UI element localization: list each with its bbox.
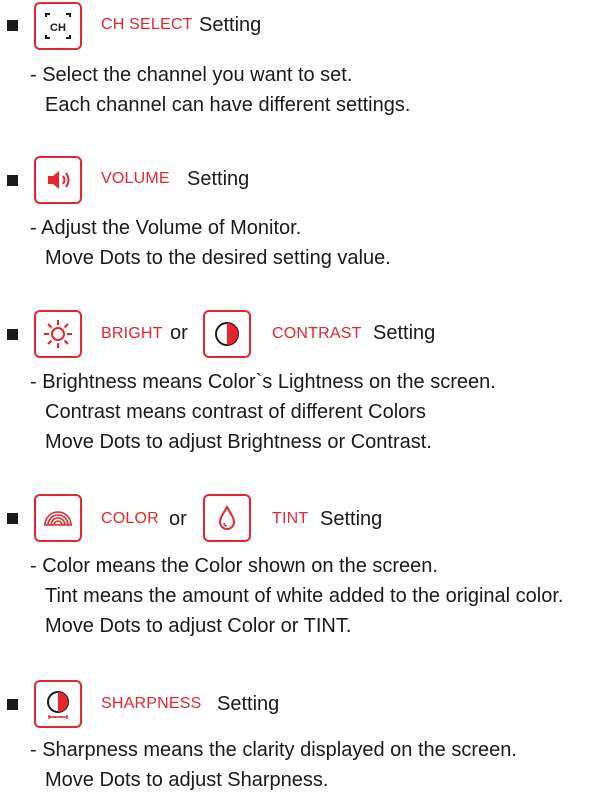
- sharpness-label: SHARPNESS: [101, 695, 202, 712]
- sharpness-icon-box: [34, 680, 82, 728]
- contrast-icon-box: [203, 310, 251, 358]
- tint-drop-icon: [218, 504, 236, 530]
- bullet-square: [7, 175, 18, 186]
- brightness-icon-box: [34, 310, 82, 358]
- or-word: or: [170, 322, 188, 344]
- description-line: Move Dots to adjust Color or TINT.: [45, 615, 352, 637]
- bullet-square: [7, 329, 18, 340]
- ch-icon-text: CH: [50, 22, 66, 34]
- tint-label: TINT: [272, 510, 309, 527]
- tint-icon-box: [203, 494, 251, 542]
- contrast-label: CONTRAST: [272, 325, 362, 342]
- ch-select-label: CH SELECT: [101, 16, 193, 33]
- setting-word: Setting: [320, 508, 383, 530]
- description-line: - Color means the Color shown on the scr…: [30, 555, 438, 577]
- ch-select-icon-box: CH: [34, 2, 82, 50]
- bullet-square: [7, 20, 18, 31]
- description-line: - Select the channel you want to set.: [30, 64, 353, 86]
- description-line: Move Dots to the desired setting value.: [45, 247, 391, 269]
- setting-word: Setting: [187, 168, 250, 190]
- bright-label: BRIGHT: [101, 325, 163, 342]
- description-line: Move Dots to adjust Sharpness.: [45, 769, 329, 791]
- color-label: COLOR: [101, 510, 159, 527]
- volume-icon-box: [34, 156, 82, 204]
- color-icon-box: [34, 494, 82, 542]
- description-line: Move Dots to adjust Brightness or Contra…: [45, 431, 432, 453]
- setting-word: Setting: [373, 322, 436, 344]
- contrast-icon: [215, 322, 239, 346]
- description-line: Tint means the amount of white added to …: [45, 585, 564, 607]
- color-rainbow-icon: [44, 511, 72, 526]
- bullet-square: [7, 513, 18, 524]
- description-line: - Adjust the Volume of Monitor.: [30, 217, 302, 239]
- volume-icon: [48, 171, 70, 189]
- description-line: - Brightness means Color`s Lightness on …: [30, 371, 496, 393]
- brightness-icon: [44, 320, 72, 348]
- description-line: - Sharpness means the clarity displayed …: [30, 739, 517, 761]
- volume-label: VOLUME: [101, 170, 170, 187]
- description-line: Each channel can have different settings…: [45, 94, 411, 116]
- ch-icon: CH: [45, 13, 71, 39]
- description-line: Contrast means contrast of different Col…: [45, 401, 426, 423]
- bullet-square: [7, 699, 18, 710]
- or-word: or: [169, 508, 187, 530]
- sharpness-icon: [47, 691, 69, 719]
- setting-word: Setting: [217, 693, 280, 715]
- setting-word: Setting: [199, 14, 262, 36]
